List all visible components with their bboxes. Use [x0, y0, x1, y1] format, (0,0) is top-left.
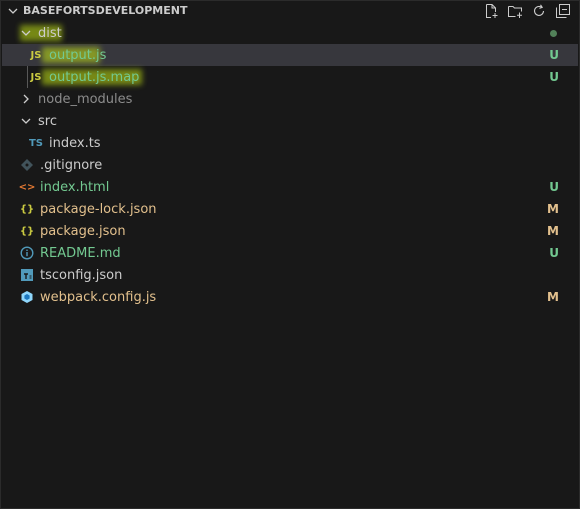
tree-item-dist[interactable]: dist: [2, 22, 578, 44]
html-file-icon: <>: [18, 181, 36, 193]
tree-item-label: index.ts: [49, 135, 101, 151]
tsconfig-file-icon: [19, 267, 35, 283]
tree-item-label: package.json: [40, 223, 126, 239]
chevron-right-icon[interactable]: [18, 91, 34, 107]
git-status-badge: M: [547, 290, 559, 304]
tree-item-label: output.js: [49, 47, 107, 63]
json-file-icon: {}: [19, 203, 35, 215]
webpack-icon: [19, 289, 35, 305]
tree-item-label: package-lock.json: [40, 201, 157, 217]
tree-item-label: output.js.map: [49, 69, 140, 85]
refresh-icon[interactable]: [529, 2, 549, 20]
tree-item-webpack[interactable]: webpack.config.js M: [2, 286, 578, 308]
info-icon: [19, 245, 35, 261]
json-file-icon: {}: [19, 225, 35, 237]
git-status-badge: U: [549, 180, 559, 194]
git-status-badge: M: [547, 224, 559, 238]
typescript-file-icon: TS: [28, 137, 44, 149]
tree-item-label: dist: [38, 25, 62, 41]
chevron-down-icon[interactable]: [5, 3, 21, 19]
tree-item-label: .gitignore: [40, 157, 103, 173]
tree-item-node-modules[interactable]: node_modules: [2, 88, 578, 110]
tree-item-package-lock[interactable]: {} package-lock.json M: [2, 198, 578, 220]
chevron-down-icon[interactable]: [18, 25, 34, 41]
new-file-icon[interactable]: [481, 2, 501, 20]
tree-item-label: README.md: [40, 245, 121, 261]
tree-item-output-js[interactable]: JS output.js U: [2, 44, 578, 66]
tree-item-label: webpack.config.js: [40, 289, 157, 305]
tree-item-output-js-map[interactable]: JS output.js.map U: [2, 66, 578, 88]
explorer-header[interactable]: BASEFORTSDEVELOPMENT: [1, 1, 579, 22]
git-status-badge: U: [549, 246, 559, 260]
tree-item-label: node_modules: [38, 91, 133, 107]
tree-item-src[interactable]: src: [2, 110, 578, 132]
chevron-down-icon[interactable]: [18, 113, 34, 129]
javascript-file-icon: JS: [30, 49, 42, 61]
tree-item-label: tsconfig.json: [40, 267, 123, 283]
tree-item-tsconfig[interactable]: tsconfig.json: [2, 264, 578, 286]
tree-item-label: index.html: [40, 179, 110, 195]
tree-item-index-html[interactable]: <> index.html U: [2, 176, 578, 198]
explorer-actions: [481, 2, 573, 20]
explorer-panel: BASEFORTSDEVELOPMENT dist JS output.js U…: [0, 0, 580, 509]
git-status-badge: M: [547, 202, 559, 216]
tree-item-readme[interactable]: README.md U: [2, 242, 578, 264]
tree-item-index-ts[interactable]: TS index.ts: [2, 132, 578, 154]
git-modified-dot: [550, 29, 557, 37]
tree-item-label: src: [38, 113, 57, 129]
collapse-all-icon[interactable]: [553, 2, 573, 20]
javascript-file-icon: JS: [30, 71, 42, 83]
new-folder-icon[interactable]: [505, 2, 525, 20]
tree-item-gitignore[interactable]: .gitignore: [2, 154, 578, 176]
workspace-title: BASEFORTSDEVELOPMENT: [23, 4, 188, 17]
git-status-badge: U: [549, 48, 559, 62]
git-file-icon: [19, 157, 35, 173]
tree-item-package-json[interactable]: {} package.json M: [2, 220, 578, 242]
git-status-badge: U: [549, 70, 559, 84]
